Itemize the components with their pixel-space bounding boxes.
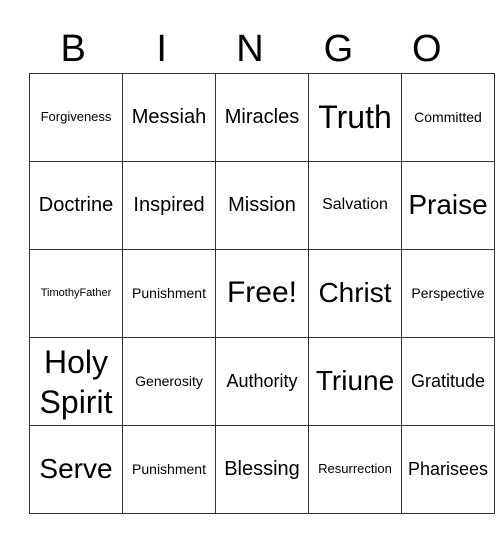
bingo-cell[interactable]: Committed bbox=[401, 73, 495, 162]
grid-row: Serve Punishment Blessing Resurrection P… bbox=[29, 425, 495, 514]
header-letter-i: I bbox=[156, 28, 167, 70]
bingo-cell[interactable]: Forgiveness bbox=[29, 73, 123, 162]
bingo-cell[interactable]: Pharisees bbox=[401, 425, 495, 514]
bingo-cell[interactable]: Miracles bbox=[215, 73, 309, 162]
bingo-cell[interactable]: Resurrection bbox=[308, 425, 402, 514]
bingo-cell[interactable]: Doctrine bbox=[29, 161, 123, 250]
bingo-cell[interactable]: Inspired bbox=[122, 161, 216, 250]
bingo-cell[interactable]: Punishment bbox=[122, 425, 216, 514]
bingo-cell[interactable]: Perspective bbox=[401, 249, 495, 338]
bingo-cell[interactable]: Gratitude bbox=[401, 337, 495, 426]
grid-row: Forgiveness Messiah Miracles Truth Commi… bbox=[29, 73, 495, 162]
header-letter-g: G bbox=[323, 28, 354, 70]
bingo-cell[interactable]: Triune bbox=[308, 337, 402, 426]
bingo-cell[interactable]: Punishment bbox=[122, 249, 216, 338]
bingo-cell[interactable]: Christ bbox=[308, 249, 402, 338]
bingo-cell[interactable]: Messiah bbox=[122, 73, 216, 162]
header-letter-b: B bbox=[60, 28, 86, 70]
bingo-cell[interactable]: Mission bbox=[215, 161, 309, 250]
bingo-cell[interactable]: TimothyFather bbox=[29, 249, 123, 338]
bingo-cell[interactable]: Serve bbox=[29, 425, 123, 514]
grid-row: Holy Spirit Generosity Authority Triune … bbox=[29, 337, 495, 426]
header-letter-o: O bbox=[412, 28, 442, 70]
bingo-cell[interactable]: Generosity bbox=[122, 337, 216, 426]
bingo-cell[interactable]: Holy Spirit bbox=[29, 337, 123, 426]
grid-row: Doctrine Inspired Mission Salvation Prai… bbox=[29, 161, 495, 250]
grid-row: TimothyFather Punishment Free! Christ Pe… bbox=[29, 249, 495, 338]
bingo-grid: Forgiveness Messiah Miracles Truth Commi… bbox=[29, 73, 495, 514]
bingo-cell[interactable]: Salvation bbox=[308, 161, 402, 250]
bingo-cell[interactable]: Blessing bbox=[215, 425, 309, 514]
header-letter-n: N bbox=[236, 28, 264, 70]
bingo-header: B I N G O bbox=[29, 26, 471, 72]
bingo-cell[interactable]: Authority bbox=[215, 337, 309, 426]
bingo-cell[interactable]: Praise bbox=[401, 161, 495, 250]
free-space-cell[interactable]: Free! bbox=[215, 249, 309, 338]
bingo-cell[interactable]: Truth bbox=[308, 73, 402, 162]
